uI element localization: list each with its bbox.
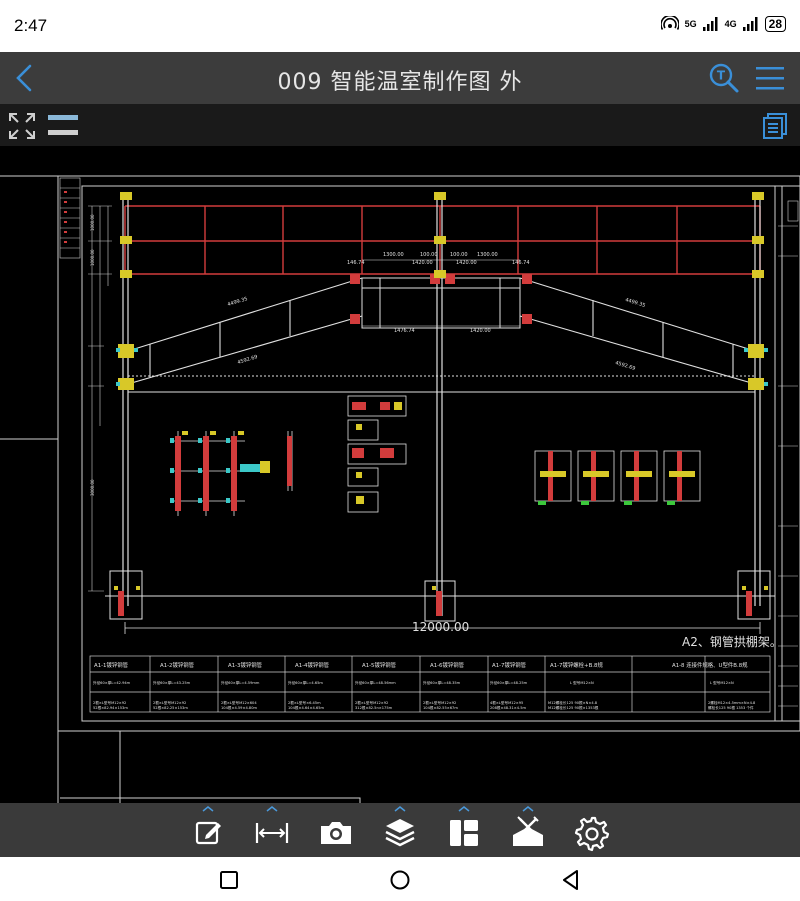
svg-text:T: T — [717, 69, 726, 83]
drawing-canvas[interactable]: 1000.00 1000.00 3000.00 4499.35 4592.69 … — [0, 146, 800, 803]
recent-apps-icon[interactable] — [216, 867, 242, 893]
lower-dim-2: 1420.00 — [470, 328, 491, 334]
battery-indicator: 28 — [764, 16, 786, 32]
table-r1-c5: 外径60×厚L=48.56mm — [355, 680, 396, 685]
truss-left-bottom-label: 4592.69 — [237, 354, 259, 366]
hotspot-icon — [660, 16, 679, 30]
caret-up-icon — [394, 806, 406, 812]
svg-text:1000.00: 1000.00 — [90, 214, 95, 231]
table-r3-c2: 52根×82.25×153m — [153, 705, 188, 710]
table-r3-c1: 52根×82.94×153m — [93, 705, 128, 710]
status-time: 2:47 — [14, 16, 48, 35]
table-r1-c7: 外径60×厚L=48.25m — [490, 680, 528, 685]
pencil-edit-icon — [195, 821, 221, 845]
table-r2-c5: 2根×L型号M12×92 — [355, 700, 388, 705]
table-r3-c3: 104根×4.59×4.80m — [221, 705, 257, 710]
layout-panel-icon — [450, 820, 478, 846]
layouts-icon[interactable] — [760, 112, 788, 142]
truss-left-top-label: 4499.35 — [227, 296, 249, 308]
truss-right-top-label: 4499.35 — [624, 297, 646, 309]
measure-tool-button[interactable] — [252, 806, 292, 853]
status-bar: 2:47 5G 4G 28 — [0, 0, 800, 52]
mid-dim-1: 1300.00 — [383, 252, 404, 258]
table-r2-c8: M12螺栓长125 90根×N×4.8 — [548, 700, 598, 705]
table-r3-c7: 208根×48.31×4.5m — [490, 705, 526, 710]
table-header-8: A1-7镀锌螺栓+B.8规 — [550, 661, 603, 669]
mid-dim-4: 1300.00 — [477, 252, 498, 258]
table-r1-c3: 外径60×厚L=4.59mm — [221, 680, 260, 685]
clear-tool-button[interactable] — [508, 806, 548, 853]
layers-icon — [385, 819, 415, 847]
table-r2-c1: 2根×L型号M12×92 — [93, 700, 126, 705]
view-toolstrip — [0, 104, 800, 146]
home-icon[interactable] — [387, 867, 413, 893]
signal-icon-2 — [742, 17, 758, 31]
table-header-1: A1-1镀锌钢管 — [94, 661, 129, 669]
table-header-3: A1-3镀锌钢管 — [228, 661, 263, 669]
table-r3-c8: M12螺栓长125 90根×1353根 — [548, 705, 599, 710]
hamburger-menu-icon[interactable] — [754, 62, 786, 94]
net-label-1: 5G — [684, 19, 697, 29]
table-r2-c4: 2根×L型号×6.45m — [288, 700, 321, 705]
table-r1-c1: 外径60×厚L=42.94m — [93, 680, 131, 685]
screenshot-tool-button[interactable] — [316, 813, 356, 853]
status-icons: 5G 4G 28 — [660, 16, 786, 32]
table-header-5: A1-5镀锌钢管 — [362, 661, 397, 669]
table-r3-c6: 104根×82.55×67m — [423, 705, 458, 710]
color-mode-icon[interactable] — [48, 112, 78, 140]
table-r1-c4: 外径60×厚L=4.65m — [288, 680, 323, 685]
table-r1-c2: 外径60×厚L=43.25m — [153, 680, 191, 685]
table-header-4: A1-4镀锌钢管 — [295, 661, 330, 669]
table-r3-c9: 螺栓长125 90根 1353 个件 — [708, 705, 754, 710]
caret-up-icon — [266, 806, 278, 812]
table-r2-c9: 2螺栓M12×4.5mm×N×4.8 — [708, 700, 756, 705]
layers-tool-button[interactable] — [380, 806, 420, 853]
side-dim-left: 146.74 — [347, 260, 365, 266]
drawing-caption: A2、钢管拱棚架。 — [682, 634, 782, 649]
table-header-6: A1-6镀锌钢管 — [430, 661, 465, 669]
table-r1-c9: L 型号M12×N — [710, 680, 734, 685]
table-header-7: A1-7镀锌钢管 — [492, 661, 527, 669]
text-search-icon[interactable]: T — [708, 62, 740, 94]
upper-dim-2: 1420.00 — [456, 260, 477, 266]
android-nav-bar — [0, 857, 800, 901]
layout-tool-button[interactable] — [444, 806, 484, 853]
table-header-9: A1-8 连接件规格、U型件B.8规 — [672, 661, 748, 669]
side-dim-right: 146.74 — [512, 260, 530, 266]
fit-screen-icon[interactable] — [8, 112, 36, 140]
svg-text:1000.00: 1000.00 — [90, 249, 95, 266]
caret-up-icon — [202, 806, 214, 812]
table-header-2: A1-2镀锌钢管 — [160, 661, 195, 669]
signal-icon — [702, 17, 718, 31]
table-r3-c4: 104根×4.64×4.65m — [288, 705, 324, 710]
table-r3-c5: 312根×82.5n×175m — [355, 705, 393, 710]
caret-up-icon — [458, 806, 470, 812]
span-dimension-label: 12000.00 — [412, 620, 469, 634]
upper-dim-1: 1420.00 — [412, 260, 433, 266]
table-r2-c3: 2根×L型号M12×604 — [221, 700, 257, 705]
cad-drawing: 1000.00 1000.00 3000.00 4499.35 4592.69 … — [0, 175, 800, 803]
mid-dim-2: 100.00 — [420, 252, 438, 258]
document-title: 009 智能温室制作图 外 — [277, 70, 523, 95]
bottom-toolbar — [0, 803, 800, 857]
camera-icon — [321, 822, 351, 844]
table-r2-c7: 4根×L型号M12×95 — [490, 700, 523, 705]
table-r1-c6: 外径60×厚L=48.35m — [423, 680, 461, 685]
truss-right-bottom-label: 4592.69 — [614, 360, 636, 372]
svg-text:3000.00: 3000.00 — [90, 479, 95, 496]
back-triangle-icon[interactable] — [558, 867, 584, 893]
table-r2-c2: 2根×L型号M12×92 — [153, 700, 186, 705]
title-bar: 009 智能温室制作图 外 T — [0, 52, 800, 104]
edit-tool-button[interactable] — [188, 806, 228, 853]
table-r1-c8: L 型号M12×N — [570, 680, 594, 685]
clear-markup-icon — [513, 816, 543, 846]
lower-dim-1: 1476.74 — [394, 328, 415, 334]
measure-distance-icon — [255, 823, 289, 843]
net-label-2: 4G — [724, 19, 737, 29]
caret-up-icon — [522, 806, 534, 812]
mid-dim-3: 100.00 — [450, 252, 468, 258]
gear-icon — [574, 816, 610, 852]
table-r2-c6: 2根×L型号M12×92 — [423, 700, 456, 705]
settings-tool-button[interactable] — [572, 813, 612, 853]
